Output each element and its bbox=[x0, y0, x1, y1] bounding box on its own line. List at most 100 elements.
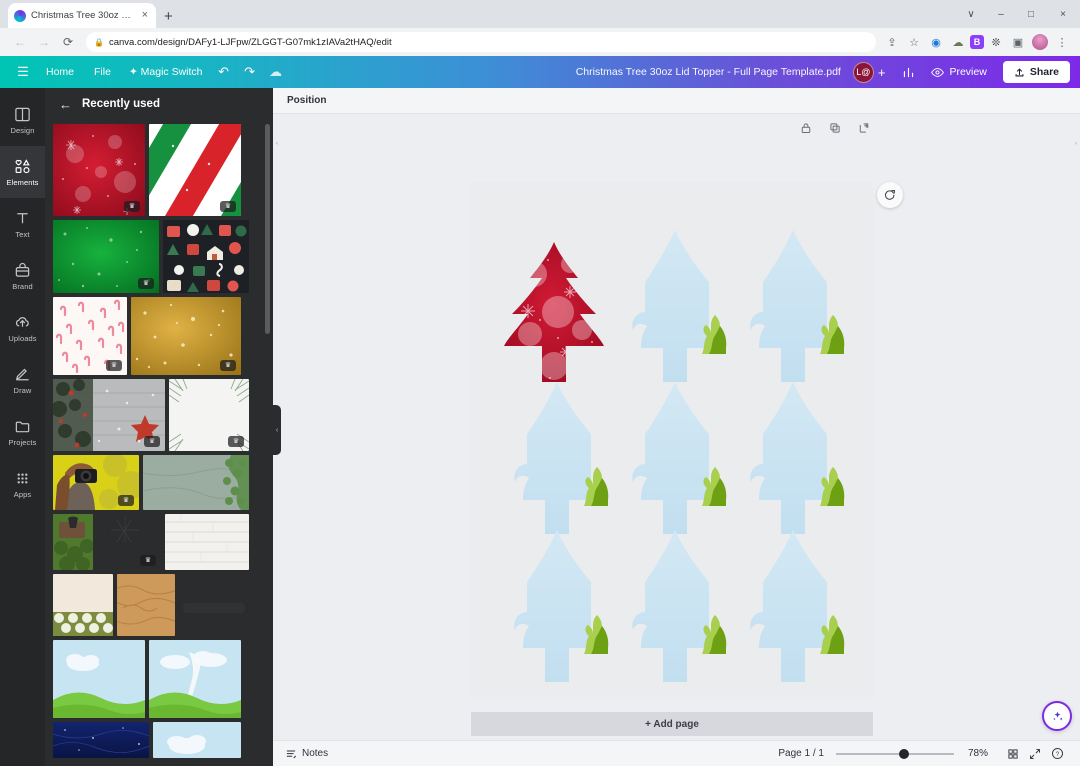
thumbnail-light-cloud-sky[interactable] bbox=[153, 722, 241, 758]
home-menu[interactable]: Home bbox=[36, 66, 84, 78]
thumbnail-gold-glitter-background[interactable]: ♛ bbox=[131, 297, 241, 375]
extensions-puzzle-icon[interactable]: ❊ bbox=[986, 32, 1006, 52]
minimize-icon[interactable]: – bbox=[986, 0, 1016, 28]
undo-icon[interactable]: ↶ bbox=[211, 59, 237, 85]
reload-icon[interactable]: ⟳ bbox=[56, 30, 80, 54]
panel-scrollbar-thumb[interactable] bbox=[265, 124, 270, 334]
sidebar-item-text[interactable]: Text bbox=[0, 198, 45, 250]
preview-label: Preview bbox=[949, 66, 986, 78]
preview-button[interactable]: Preview bbox=[921, 66, 996, 79]
hamburger-menu-icon[interactable]: ☰ bbox=[10, 59, 36, 85]
chevron-down-icon[interactable]: ∨ bbox=[956, 0, 986, 28]
canvas-area[interactable]: ‹ › bbox=[273, 114, 1080, 766]
thumbnail-candy-cane-white-pattern[interactable]: ♛ bbox=[53, 297, 127, 375]
url-text: canva.com/design/DAFy1-LJFpw/ZLGGT-G07mk… bbox=[109, 37, 392, 48]
thumbnail-snowy-wood-wreath-photo[interactable]: ♛ bbox=[53, 379, 165, 451]
design-page[interactable] bbox=[471, 182, 873, 699]
position-button[interactable]: Position bbox=[287, 95, 326, 106]
thumbnail-red-snowflake-background[interactable]: ♛ bbox=[53, 124, 145, 216]
zoom-value[interactable]: 78% bbox=[968, 748, 988, 759]
collaborators[interactable]: L@ + bbox=[853, 62, 886, 83]
sidebar-item-apps[interactable]: Apps bbox=[0, 458, 45, 510]
thumbnail-white-wood-planks-photo[interactable] bbox=[165, 514, 249, 570]
thumbnail-green-wall-ivy-photo[interactable] bbox=[143, 455, 249, 510]
window-close-icon[interactable]: × bbox=[1046, 0, 1080, 28]
canva-topbar: ☰ Home File ✦ Magic Switch ↶ ↷ ☁ Christm… bbox=[0, 56, 1080, 88]
thumbnail-dark-blur-card[interactable] bbox=[179, 598, 249, 618]
insights-chart-icon[interactable] bbox=[895, 59, 921, 85]
thumbnail-white-pine-frame-photo[interactable]: ♛ bbox=[169, 379, 249, 451]
panel-scrollbar[interactable] bbox=[265, 124, 270, 766]
magic-studio-button[interactable] bbox=[1042, 701, 1072, 731]
thumbnail-green-hill-sky-illustration[interactable] bbox=[53, 640, 145, 718]
add-collaborator-icon[interactable]: + bbox=[878, 65, 886, 80]
back-icon[interactable]: ← bbox=[8, 30, 32, 54]
zoom-slider[interactable] bbox=[836, 753, 954, 755]
cloud-save-icon[interactable]: ☁ bbox=[263, 59, 289, 85]
more-menu-icon[interactable]: ⋮ bbox=[1052, 32, 1072, 52]
collapse-panel-handle[interactable]: ‹ bbox=[273, 405, 281, 455]
redo-icon[interactable]: ↷ bbox=[237, 59, 263, 85]
profile-avatar[interactable] bbox=[1030, 32, 1050, 52]
panel-header: ← Recently used bbox=[45, 88, 273, 120]
magic-switch-button[interactable]: ✦ Magic Switch bbox=[121, 66, 211, 78]
grid-view-icon[interactable] bbox=[1002, 743, 1024, 765]
new-tab-button[interactable]: + bbox=[164, 9, 173, 24]
share-icon[interactable]: ⇪ bbox=[882, 32, 902, 52]
sidebar-item-design[interactable]: Design bbox=[0, 94, 45, 146]
duplicate-page-icon[interactable] bbox=[829, 122, 841, 137]
forward-icon[interactable]: → bbox=[32, 30, 56, 54]
lock-icon[interactable] bbox=[800, 122, 812, 137]
share-button[interactable]: Share bbox=[1003, 61, 1070, 83]
share-label: Share bbox=[1030, 66, 1059, 78]
thumbnail-blue-starry-night[interactable] bbox=[53, 722, 149, 758]
avatar[interactable]: L@ bbox=[853, 62, 874, 83]
sidebar-item-label: Uploads bbox=[8, 334, 36, 343]
sync-circle-icon[interactable]: ◉ bbox=[926, 32, 946, 52]
thumbnail-hill-tornado-illustration[interactable] bbox=[149, 640, 241, 718]
sidebar-item-brand[interactable]: Brand bbox=[0, 250, 45, 302]
thumbnail-woman-camera-autumn-photo[interactable]: ♛ bbox=[53, 455, 139, 510]
maximize-icon[interactable]: □ bbox=[1016, 0, 1046, 28]
bookmark-star-icon[interactable]: ☆ bbox=[904, 32, 924, 52]
fullscreen-expand-icon[interactable] bbox=[1024, 743, 1046, 765]
help-icon[interactable]: ? bbox=[1046, 743, 1068, 765]
pro-crown-badge: ♛ bbox=[140, 555, 156, 566]
thumbnail-candy-cane-stripes-background[interactable]: ♛ bbox=[149, 124, 241, 216]
file-menu[interactable]: File bbox=[84, 66, 121, 78]
thumbnail-wood-grain-texture[interactable] bbox=[117, 574, 175, 636]
sidebar-item-elements[interactable]: Elements bbox=[0, 146, 45, 198]
editor-area: Position ‹ › bbox=[273, 88, 1080, 766]
panel-title: Recently used bbox=[82, 98, 160, 110]
page-artwork bbox=[471, 182, 873, 699]
thumbnail-wine-glass-hedge-photo[interactable] bbox=[53, 514, 93, 570]
close-icon[interactable]: × bbox=[140, 10, 150, 21]
sidebar-item-label: Text bbox=[15, 230, 29, 239]
thumbnail-cream-green-pattern[interactable] bbox=[53, 574, 113, 636]
thumbnail-green-bokeh-background[interactable]: ♛ bbox=[53, 220, 159, 293]
pro-crown-badge: ♛ bbox=[220, 201, 236, 212]
notes-button[interactable]: Notes bbox=[285, 748, 328, 760]
bitwarden-icon[interactable]: B bbox=[970, 35, 984, 49]
sidebar-item-uploads[interactable]: Uploads bbox=[0, 302, 45, 354]
magic-rewrite-button[interactable] bbox=[877, 182, 903, 208]
thumbnail-dark-texture-background[interactable]: ♛ bbox=[97, 514, 161, 570]
split-screen-icon[interactable]: ▣ bbox=[1008, 32, 1028, 52]
collections-icon[interactable]: ☁ bbox=[948, 32, 968, 52]
thumbnail-christmas-doodle-pattern[interactable] bbox=[163, 220, 249, 293]
projects-icon bbox=[14, 417, 31, 435]
sidebar-item-projects[interactable]: Projects bbox=[0, 406, 45, 458]
sidebar-item-label: Design bbox=[11, 126, 35, 135]
sidebar-item-label: Projects bbox=[9, 438, 37, 447]
recently-used-grid[interactable]: ♛ ♛ bbox=[45, 124, 273, 766]
browser-tab[interactable]: Christmas Tree 30oz Lid Topper × bbox=[8, 3, 156, 28]
back-arrow-icon[interactable]: ← bbox=[59, 97, 72, 112]
sidebar-item-draw[interactable]: Draw bbox=[0, 354, 45, 406]
add-page-button[interactable]: + Add page bbox=[471, 712, 873, 736]
add-page-icon[interactable] bbox=[858, 122, 870, 137]
address-bar[interactable]: 🔒 canva.com/design/DAFy1-LJFpw/ZLGGT-G07… bbox=[86, 32, 876, 52]
pro-crown-badge: ♛ bbox=[228, 436, 244, 447]
pro-crown-badge: ♛ bbox=[124, 201, 140, 212]
document-title[interactable]: Christmas Tree 30oz Lid Topper - Full Pa… bbox=[576, 66, 841, 78]
zoom-slider-knob[interactable] bbox=[899, 749, 909, 759]
